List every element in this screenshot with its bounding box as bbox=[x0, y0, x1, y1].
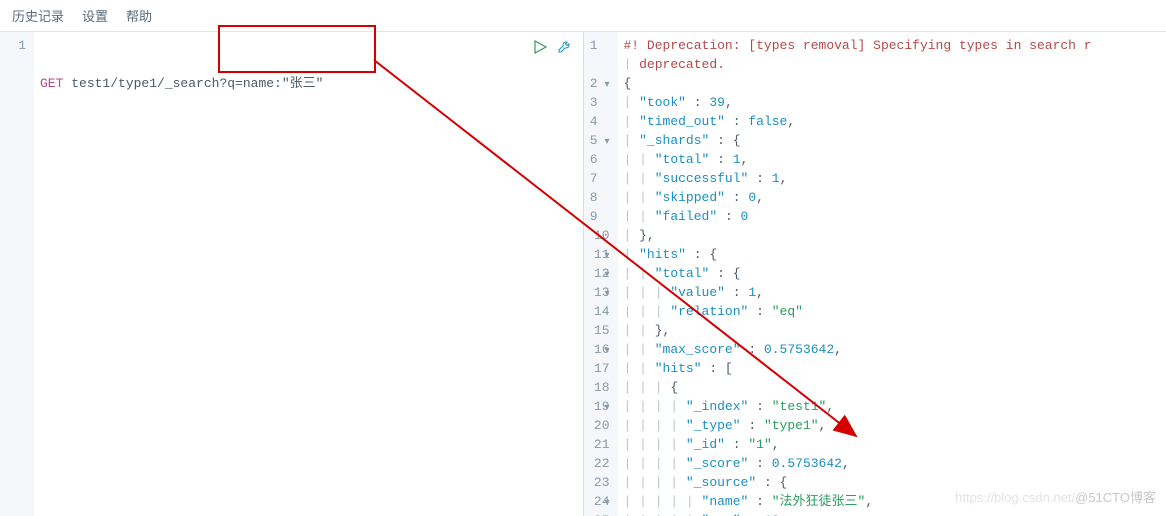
line-number: 7 bbox=[588, 169, 610, 188]
response-viewer[interactable]: 12▾345▾678910▾11▾12▾131415▾161718▾192021… bbox=[584, 32, 1166, 516]
code-line: | | | | "_index" : "test1", bbox=[624, 397, 1161, 416]
line-number: 3 bbox=[588, 93, 610, 112]
menu-bar: 历史记录 设置 帮助 bbox=[0, 0, 1166, 32]
code-line: | }, bbox=[624, 226, 1161, 245]
request-query: ?q=name:"张三" bbox=[219, 76, 323, 91]
line-number: 20 bbox=[588, 416, 610, 435]
line-number: 15▾ bbox=[588, 321, 610, 340]
line-number: 10▾ bbox=[588, 226, 610, 245]
left-gutter: 1 bbox=[0, 32, 34, 516]
code-line: | "hits" : { bbox=[624, 245, 1161, 264]
line-number: 8 bbox=[588, 188, 610, 207]
watermark-url: https://blog.csdn.net/ bbox=[955, 490, 1075, 505]
code-line: { bbox=[624, 74, 1161, 93]
right-content: #! Deprecation: [types removal] Specifyi… bbox=[618, 32, 1166, 516]
play-icon[interactable] bbox=[531, 38, 549, 56]
line-number: 5▾ bbox=[588, 131, 610, 150]
code-line: | | | | "_type" : "type1", bbox=[624, 416, 1161, 435]
line-number: 13 bbox=[588, 283, 610, 302]
code-line: | | | | "_score" : 0.5753642, bbox=[624, 454, 1161, 473]
code-line: | "timed_out" : false, bbox=[624, 112, 1161, 131]
line-number: 18▾ bbox=[588, 378, 610, 397]
line-number: 16 bbox=[588, 340, 610, 359]
watermark-handle: @51CTO博客 bbox=[1075, 490, 1156, 505]
right-gutter: 12▾345▾678910▾11▾12▾131415▾161718▾192021… bbox=[584, 32, 618, 516]
code-line: | | "failed" : 0 bbox=[624, 207, 1161, 226]
menu-history[interactable]: 历史记录 bbox=[12, 6, 64, 25]
line-number: 14 bbox=[588, 302, 610, 321]
menu-help[interactable]: 帮助 bbox=[126, 6, 152, 25]
request-line[interactable]: GET test1/type1/_search?q=name:"张三" bbox=[40, 74, 577, 93]
code-line: | | | "value" : 1, bbox=[624, 283, 1161, 302]
code-line: | | "successful" : 1, bbox=[624, 169, 1161, 188]
code-line: | | "total" : { bbox=[624, 264, 1161, 283]
line-number: 9 bbox=[588, 207, 610, 226]
code-line: | | "skipped" : 0, bbox=[624, 188, 1161, 207]
watermark: https://blog.csdn.net/@51CTO博客 bbox=[955, 487, 1156, 506]
line-number: 12▾ bbox=[588, 264, 610, 283]
line-number: 22 bbox=[588, 454, 610, 473]
code-line: | | | { bbox=[624, 378, 1161, 397]
line-number: 24 bbox=[588, 492, 610, 511]
code-line: | | "hits" : [ bbox=[624, 359, 1161, 378]
line-number bbox=[588, 55, 610, 74]
code-line: #! Deprecation: [types removal] Specifyi… bbox=[624, 36, 1161, 55]
line-number: 1 bbox=[588, 36, 610, 55]
code-line: | "took" : 39, bbox=[624, 93, 1161, 112]
http-method: GET bbox=[40, 76, 63, 91]
code-line: | | }, bbox=[624, 321, 1161, 340]
line-number: 17 bbox=[588, 359, 610, 378]
code-line: | | "max_score" : 0.5753642, bbox=[624, 340, 1161, 359]
line-number: 4 bbox=[588, 112, 610, 131]
code-line: | "_shards" : { bbox=[624, 131, 1161, 150]
line-number: 11▾ bbox=[588, 245, 610, 264]
wrench-icon[interactable] bbox=[555, 38, 573, 56]
line-number: 21 bbox=[588, 435, 610, 454]
code-line: | | "total" : 1, bbox=[624, 150, 1161, 169]
line-number: 6 bbox=[588, 150, 610, 169]
code-line: | | | "relation" : "eq" bbox=[624, 302, 1161, 321]
code-line: | deprecated. bbox=[624, 55, 1161, 74]
line-number: 23▾ bbox=[588, 473, 610, 492]
panels: 1 GET test1/type1/_search?q=name:"张三" 12… bbox=[0, 32, 1166, 516]
line-number: 1 bbox=[4, 36, 26, 55]
request-editor[interactable]: 1 GET test1/type1/_search?q=name:"张三" bbox=[0, 32, 584, 516]
line-number: 19 bbox=[588, 397, 610, 416]
menu-settings[interactable]: 设置 bbox=[82, 6, 108, 25]
code-line: | | | | "_id" : "1", bbox=[624, 435, 1161, 454]
line-number: 2▾ bbox=[588, 74, 610, 93]
request-path: test1/type1/_search bbox=[71, 76, 219, 91]
left-content[interactable]: GET test1/type1/_search?q=name:"张三" bbox=[34, 32, 583, 516]
action-icons bbox=[531, 38, 573, 56]
